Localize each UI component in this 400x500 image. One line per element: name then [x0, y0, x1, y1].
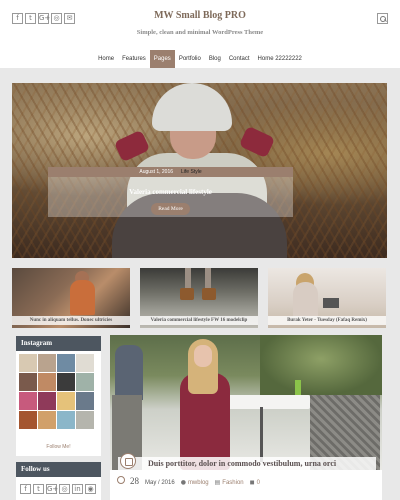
post-meta: 28 May / 2016 ● mwblog ▤ Fashion ◼ 0 — [130, 476, 260, 486]
instagram-photo[interactable] — [38, 411, 56, 429]
instagram-photo[interactable] — [57, 392, 75, 410]
follow-us-widget: Follow us f t G+ ◎ in ◉ — [16, 462, 101, 500]
thumb-caption[interactable]: Burak Yeter - Tuesday (Fafaq Remix) — [268, 316, 386, 325]
instagram-widget-title: Instagram — [16, 336, 101, 351]
photo-tree — [260, 335, 382, 395]
follow-us-widget-title: Follow us — [16, 462, 101, 477]
thumb-caption[interactable]: Valeria commercial lifestyle FW 16 model… — [140, 316, 258, 325]
follow-social-icons: f t G+ ◎ in ◉ — [20, 484, 98, 494]
post-category-name[interactable]: Fashion — [222, 480, 243, 486]
hero-caption-card: August 1, 2016 Life Style Valeria commer… — [48, 167, 293, 217]
featured-thumb[interactable]: Nunc in aliquam tellus. Donec ultricies — [12, 268, 130, 328]
hat-shape — [152, 83, 232, 131]
photo-table — [220, 395, 310, 409]
instagram-grid — [19, 354, 94, 429]
instagram-photo[interactable] — [76, 373, 94, 391]
nav-item-home-2[interactable]: Home 22222222 — [254, 50, 306, 68]
thumb-photo-body — [70, 280, 95, 315]
instagram-photo[interactable] — [19, 373, 37, 391]
instagram-photo[interactable] — [38, 373, 56, 391]
instagram-photo[interactable] — [19, 354, 37, 372]
post-title[interactable]: Duis porttitor, dolor in commodo vestibu… — [148, 457, 336, 470]
instagram-photo[interactable] — [19, 411, 37, 429]
instagram-photo[interactable] — [57, 373, 75, 391]
photo-glass — [295, 380, 301, 395]
nav-item-home[interactable]: Home — [94, 50, 118, 68]
pinterest-icon[interactable]: ◉ — [85, 484, 96, 494]
post-author-name[interactable]: mwblog — [188, 480, 209, 486]
photo-table-leg — [260, 407, 263, 462]
nav-item-features[interactable]: Features — [118, 50, 150, 68]
hero-slider[interactable]: August 1, 2016 Life Style Valeria commer… — [12, 83, 387, 258]
thumb-photo-laptop — [323, 298, 339, 308]
post-featured-image[interactable]: Duis porttitor, dolor in commodo vestibu… — [110, 335, 382, 470]
search-icon[interactable] — [377, 13, 388, 24]
nav-item-contact[interactable]: Contact — [225, 50, 254, 68]
post-category[interactable]: ▤ Fashion — [215, 479, 244, 486]
instagram-icon[interactable]: ◎ — [59, 484, 70, 494]
hero-date: August 1, 2016 — [139, 169, 174, 175]
google-plus-icon[interactable]: G+ — [46, 484, 58, 494]
instagram-photo[interactable] — [76, 354, 94, 372]
instagram-icon[interactable]: ◎ — [51, 13, 62, 24]
nav-item-portfolio[interactable]: Portfolio — [175, 50, 205, 68]
thumb-photo-body — [293, 282, 318, 317]
user-icon: ● — [180, 479, 186, 486]
post-comments[interactable]: ◼ 0 — [250, 479, 260, 486]
folder-icon: ▤ — [214, 479, 221, 486]
post-format-icon — [120, 453, 136, 469]
thumb-photo-boots — [180, 288, 194, 300]
facebook-icon[interactable]: f — [12, 13, 23, 24]
site-branding: MW Small Blog PRO Simple, clean and mini… — [120, 6, 280, 37]
instagram-photo[interactable] — [76, 392, 94, 410]
instagram-photo[interactable] — [38, 392, 56, 410]
post-comment-count[interactable]: 0 — [257, 480, 260, 486]
edit-icon — [117, 476, 125, 484]
twitter-icon[interactable]: t — [25, 13, 36, 24]
instagram-photo[interactable] — [57, 354, 75, 372]
site-tagline: Simple, clean and minimal WordPress Them… — [136, 29, 264, 36]
featured-thumb[interactable]: Valeria commercial lifestyle FW 16 model… — [140, 268, 258, 328]
sleeve-right — [238, 125, 276, 159]
sleeve-left — [113, 129, 151, 163]
follow-me-link[interactable]: Follow Me! — [16, 444, 101, 450]
instagram-photo[interactable] — [76, 411, 94, 429]
header-social-icons: f t G+ ◎ ✉ — [12, 13, 75, 24]
nav-item-pages[interactable]: Pages — [149, 50, 175, 68]
comment-icon: ◼ — [249, 479, 255, 486]
photo-man — [115, 345, 143, 400]
post-author[interactable]: ● mwblog — [181, 479, 209, 486]
site-header: f t G+ ◎ ✉ MW Small Blog PRO Simple, cle… — [0, 0, 400, 68]
featured-thumb[interactable]: Burak Yeter - Tuesday (Fafaq Remix) — [268, 268, 386, 328]
instagram-widget: Instagram Follow Me! — [16, 336, 101, 456]
linkedin-icon[interactable]: in — [72, 484, 83, 494]
instagram-photo[interactable] — [38, 354, 56, 372]
instagram-photo[interactable] — [57, 411, 75, 429]
post-date-month-year: May / 2016 — [145, 480, 175, 486]
post-title-bar: Duis porttitor, dolor in commodo vestibu… — [118, 457, 376, 470]
instagram-photo[interactable] — [19, 392, 37, 410]
facebook-icon[interactable]: f — [20, 484, 31, 494]
hero-category[interactable]: Life Style — [181, 167, 202, 177]
photo-woman-face — [194, 345, 212, 367]
hero-title[interactable]: Valeria commercial lifestyle — [48, 188, 293, 196]
main-navigation: Home Features Pages Portfolio Blog Conta… — [0, 50, 400, 68]
hero-meta: August 1, 2016 Life Style — [48, 167, 293, 177]
post-date-day: 28 — [130, 476, 139, 486]
twitter-icon[interactable]: t — [33, 484, 44, 494]
nav-item-blog[interactable]: Blog — [205, 50, 225, 68]
read-more-button[interactable]: Read More — [151, 203, 190, 215]
email-icon[interactable]: ✉ — [64, 13, 75, 24]
site-title[interactable]: MW Small Blog PRO — [120, 10, 280, 21]
post-card: Duis porttitor, dolor in commodo vestibu… — [110, 335, 382, 500]
thumb-caption[interactable]: Nunc in aliquam tellus. Donec ultricies — [12, 316, 130, 325]
google-plus-icon[interactable]: G+ — [38, 13, 50, 24]
